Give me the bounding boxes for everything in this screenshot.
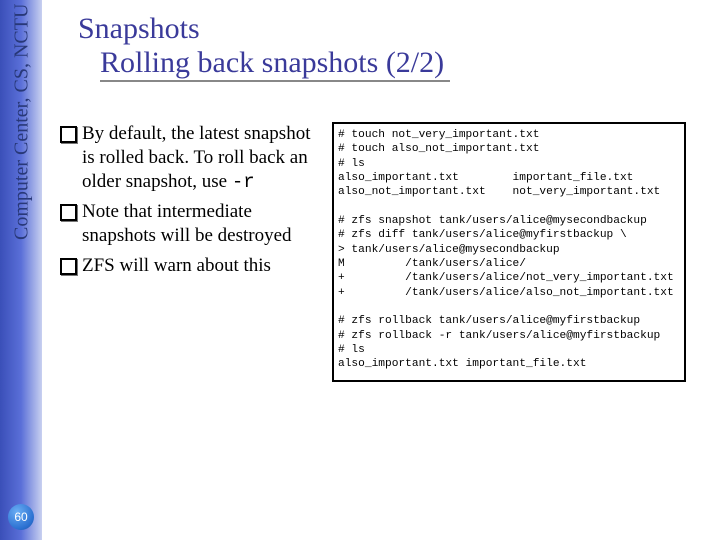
terminal-block: # touch not_very_important.txt # touch a…: [332, 122, 686, 382]
title-line-1: Snapshots: [78, 12, 450, 46]
title-line-2: Rolling back snapshots (2/2): [100, 46, 450, 82]
sidebar-label: Computer Center, CS, NCTU: [8, 4, 36, 424]
bullet-text: By default, the latest snapshot is rolle…: [82, 123, 310, 192]
bullet-list: By default, the latest snapshot is rolle…: [58, 122, 326, 284]
slide-title: Snapshots Rolling back snapshots (2/2): [78, 12, 450, 82]
bullet-item-2: Note that intermediate snapshots will be…: [58, 200, 326, 248]
bullet-item-3: ZFS will warn about this: [58, 254, 326, 278]
page-number-badge: 60: [8, 504, 34, 530]
content-row: By default, the latest snapshot is rolle…: [58, 122, 686, 382]
inline-code: -r: [232, 171, 255, 193]
sidebar-band: Computer Center, CS, NCTU: [0, 0, 42, 540]
bullet-item-1: By default, the latest snapshot is rolle…: [58, 122, 326, 194]
